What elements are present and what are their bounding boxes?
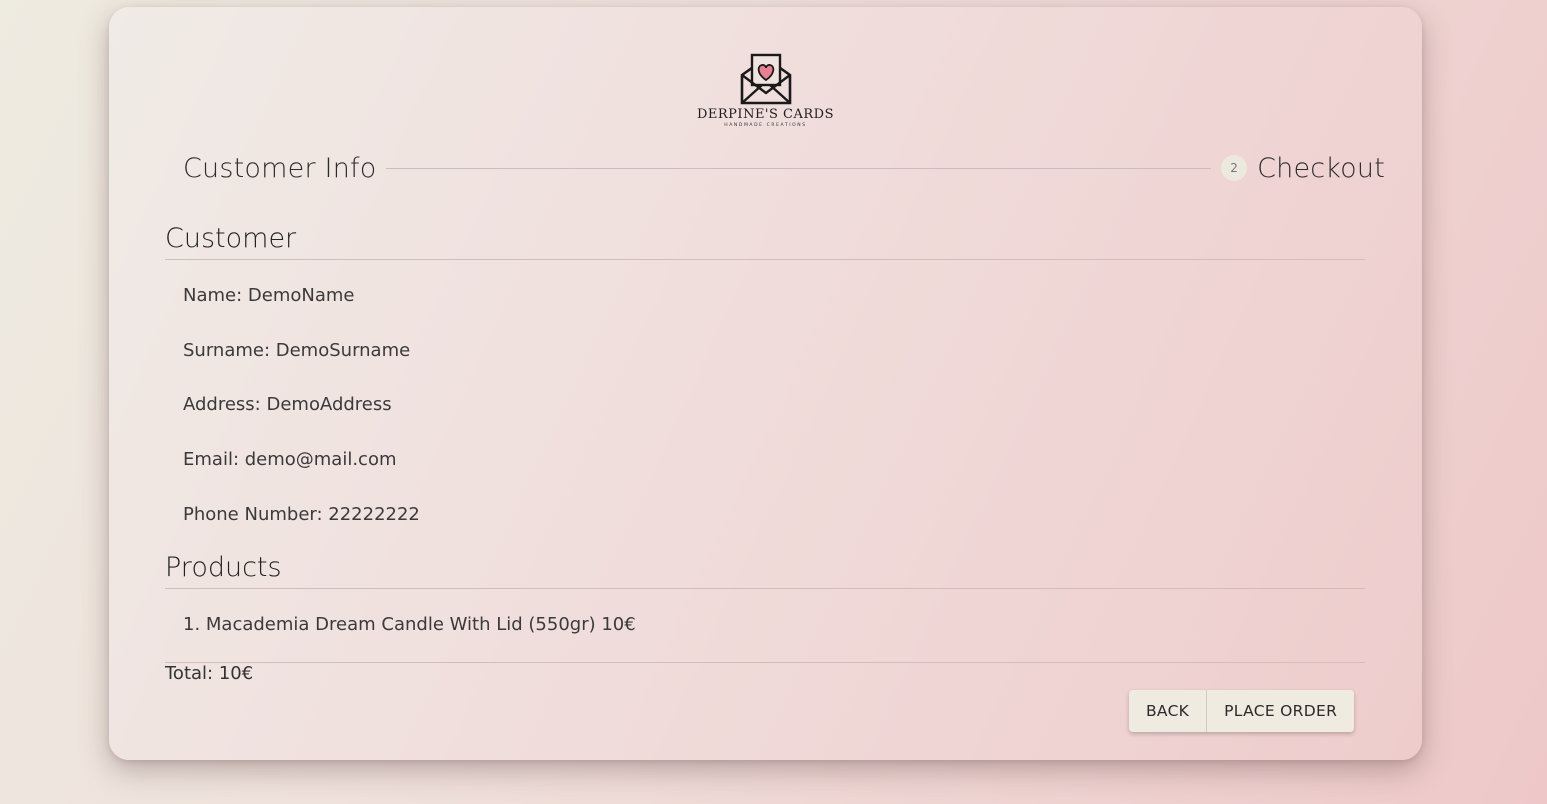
products-divider <box>165 588 1365 589</box>
step-customer-info[interactable]: Customer Info <box>183 153 376 184</box>
customer-surname: Surname: DemoSurname <box>183 340 411 361</box>
checkout-card: DERPINE'S CARDS HANDMADE CREATIONS Custo… <box>109 7 1422 760</box>
brand-tagline: HANDMADE CREATIONS <box>724 123 807 128</box>
brand-logo: DERPINE'S CARDS HANDMADE CREATIONS <box>109 53 1422 129</box>
customer-divider <box>165 259 1365 260</box>
products-section-title: Products <box>165 552 282 583</box>
back-button[interactable]: BACK <box>1129 690 1207 732</box>
envelope-heart-icon <box>740 53 791 105</box>
order-total: Total: 10€ <box>165 663 254 684</box>
total-divider <box>165 662 1365 663</box>
product-item: 1. Macademia Dream Candle With Lid (550g… <box>183 614 636 635</box>
customer-phone: Phone Number: 22222222 <box>183 504 420 525</box>
step-number-badge: 2 <box>1221 155 1248 181</box>
checkout-stepper: Customer Info 2 Checkout <box>183 150 1385 186</box>
customer-email: Email: demo@mail.com <box>183 449 397 470</box>
step-connector <box>386 167 1212 169</box>
customer-name: Name: DemoName <box>183 285 355 306</box>
customer-address: Address: DemoAddress <box>183 394 392 415</box>
step-checkout[interactable]: Checkout <box>1257 153 1385 184</box>
customer-section-title: Customer <box>165 223 297 254</box>
brand-name: DERPINE'S CARDS <box>696 107 834 122</box>
place-order-button[interactable]: PLACE ORDER <box>1206 690 1355 732</box>
checkout-actions: BACK PLACE ORDER <box>1129 690 1355 732</box>
